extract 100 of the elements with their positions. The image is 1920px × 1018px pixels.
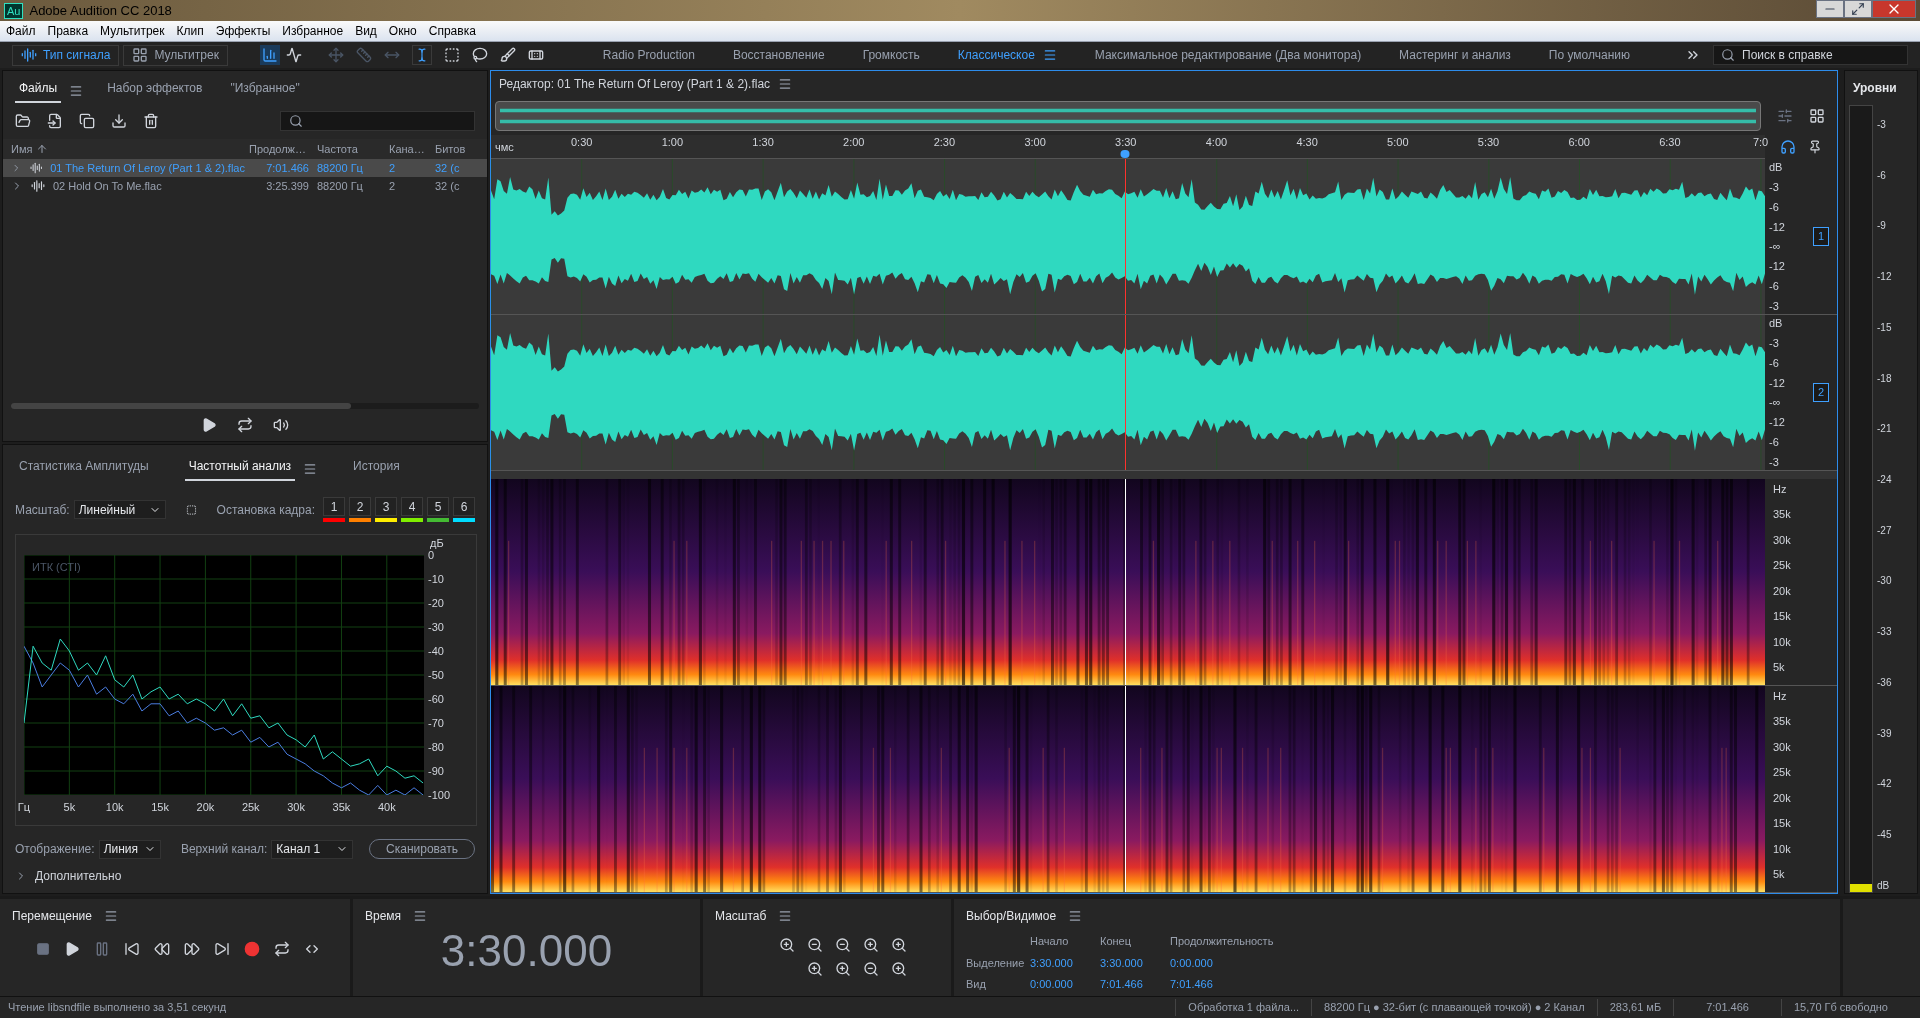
close-icon[interactable] xyxy=(1872,0,1916,18)
bar-chart-icon[interactable] xyxy=(259,45,280,65)
zoom-in-icon[interactable] xyxy=(835,961,851,977)
copy-icon[interactable] xyxy=(79,113,95,129)
channel-dropdown[interactable]: Канал 1 xyxy=(271,839,354,859)
files-search-field[interactable] xyxy=(280,111,475,131)
menu-item[interactable]: Окно xyxy=(382,22,423,40)
pin-icon[interactable] xyxy=(1808,140,1822,154)
freeze-frame-button[interactable]: 2 xyxy=(349,497,371,516)
scrollbar[interactable] xyxy=(11,403,479,409)
zoom-out-icon[interactable] xyxy=(807,937,823,953)
maximize-icon[interactable] xyxy=(1844,0,1872,18)
download-icon[interactable] xyxy=(111,113,127,129)
workspace-tab[interactable]: Максимальное редактирование (Два монитора) xyxy=(1094,46,1362,64)
menu-icon[interactable] xyxy=(69,84,84,98)
fast-forward-icon[interactable] xyxy=(184,941,200,957)
menu-item[interactable]: Эффекты xyxy=(209,22,277,40)
channel-badge[interactable]: 1 xyxy=(1812,227,1830,246)
zoom-out-icon[interactable] xyxy=(835,937,851,953)
workspace-tab[interactable]: Radio Production xyxy=(602,46,695,64)
zoom-out-icon[interactable] xyxy=(863,961,879,977)
expander-label[interactable]: Дополнительно xyxy=(35,867,122,885)
view-toggle[interactable]: Мультитрек xyxy=(123,44,228,66)
minimize-icon[interactable] xyxy=(1816,0,1844,18)
folder-icon[interactable] xyxy=(15,113,31,129)
file-row[interactable]: 02 Hold On To Me.flac 3:25.399 88200 Гц 2 32 (c xyxy=(3,177,487,195)
skip-back-icon[interactable] xyxy=(124,941,140,957)
workspace-tab[interactable]: По умолчанию xyxy=(1548,46,1630,64)
file-row[interactable]: 01 The Return Of Leroy (Part 1 & 2).flac 7:01.466 88200 Гц 2 32 (c xyxy=(3,159,487,177)
freeze-frame-button[interactable]: 1 xyxy=(323,497,345,516)
menu-icon[interactable] xyxy=(778,77,793,91)
speaker-icon[interactable] xyxy=(273,417,289,433)
repeat-icon[interactable] xyxy=(237,417,253,433)
search-field[interactable]: Поиск в справке xyxy=(1713,45,1908,65)
freeze-frame-button[interactable]: 6 xyxy=(453,497,475,516)
lasso-icon[interactable] xyxy=(471,47,488,63)
time-value[interactable]: 7:01.466 xyxy=(1100,976,1170,993)
dashed-square-icon[interactable] xyxy=(443,47,460,63)
play-icon[interactable] xyxy=(201,417,217,433)
freeze-frame-button[interactable]: 3 xyxy=(375,497,397,516)
time-value[interactable]: 7:01.466 xyxy=(1170,976,1310,993)
menu-icon[interactable] xyxy=(1068,909,1083,923)
zoom-in-icon[interactable] xyxy=(891,937,907,953)
zoom-in-icon[interactable] xyxy=(891,961,907,977)
workspace-tab[interactable]: Классическое xyxy=(957,46,1057,64)
time-value[interactable]: 0:00.000 xyxy=(1030,976,1100,993)
column-header[interactable]: Кана… xyxy=(389,140,425,158)
freeze-frame-button[interactable]: 4 xyxy=(401,497,423,516)
panel-tab[interactable]: Набор эффектов xyxy=(103,79,207,103)
menu-item[interactable]: Справка xyxy=(422,22,482,40)
menu-icon[interactable] xyxy=(303,462,318,476)
workspace-tab[interactable]: Мастеринг и анализ xyxy=(1399,46,1511,64)
time-value[interactable]: 3:30.000 xyxy=(1030,954,1100,971)
rewind-icon[interactable] xyxy=(154,941,170,957)
headphones-icon[interactable] xyxy=(1780,139,1796,155)
file-import-icon[interactable] xyxy=(47,113,63,129)
menu-icon[interactable] xyxy=(778,909,793,923)
zoom-in-icon[interactable] xyxy=(807,961,823,977)
scale-dropdown[interactable]: Линейный xyxy=(73,500,166,519)
view-toggle[interactable]: Тип сигнала xyxy=(12,44,120,66)
zoom-in-icon[interactable] xyxy=(863,937,879,953)
menu-item[interactable]: Вид xyxy=(349,22,383,40)
menu-item[interactable]: Файл xyxy=(0,22,42,40)
text-cursor-icon[interactable] xyxy=(411,45,432,65)
workspace-tab[interactable]: Громкость xyxy=(862,46,920,64)
repeat-icon[interactable] xyxy=(274,941,290,957)
bandage-icon[interactable] xyxy=(527,47,544,63)
play-icon[interactable] xyxy=(64,941,80,957)
column-header[interactable]: Битов xyxy=(435,140,466,158)
time-value[interactable]: 0:00.000 xyxy=(1170,954,1310,971)
column-header[interactable]: Частота xyxy=(317,140,358,158)
panel-tab[interactable]: Файлы xyxy=(15,79,62,103)
sliders-icon[interactable] xyxy=(1777,108,1793,124)
menu-item[interactable]: Правка xyxy=(41,22,95,40)
menu-icon[interactable] xyxy=(413,909,428,923)
time-value[interactable]: 3:30.000 xyxy=(1100,954,1170,971)
pause-icon[interactable] xyxy=(94,941,110,957)
grid-icon[interactable] xyxy=(1809,108,1825,124)
zoom-in-icon[interactable] xyxy=(779,937,795,953)
column-header[interactable]: Имя xyxy=(11,140,33,158)
trash-icon[interactable] xyxy=(143,113,159,129)
panel-tab[interactable]: История xyxy=(349,457,404,481)
workspace-tab[interactable]: Восстановление xyxy=(732,46,825,64)
brush-icon[interactable] xyxy=(499,47,516,63)
playhead-handle[interactable] xyxy=(1120,150,1130,158)
panel-tab[interactable]: Статистика Амплитуды xyxy=(15,457,153,481)
menu-item[interactable]: Клип xyxy=(170,22,210,40)
display-dropdown[interactable]: Линия xyxy=(98,839,161,859)
channel-badge[interactable]: 2 xyxy=(1812,383,1830,402)
menu-item[interactable]: Избранное xyxy=(276,22,350,40)
column-header[interactable]: Продолж… xyxy=(249,140,306,158)
panel-tab[interactable]: Частотный анализ xyxy=(184,457,296,481)
skip-forward-icon[interactable] xyxy=(214,941,230,957)
menu-item[interactable]: Мультитрек xyxy=(94,22,171,40)
stop-icon[interactable] xyxy=(36,942,50,956)
record-icon[interactable] xyxy=(244,941,260,957)
menu-icon[interactable] xyxy=(104,909,118,923)
freeze-frame-button[interactable]: 5 xyxy=(427,497,449,516)
panel-tab[interactable]: "Избранное" xyxy=(226,79,304,103)
overview-bar[interactable] xyxy=(495,101,1761,131)
